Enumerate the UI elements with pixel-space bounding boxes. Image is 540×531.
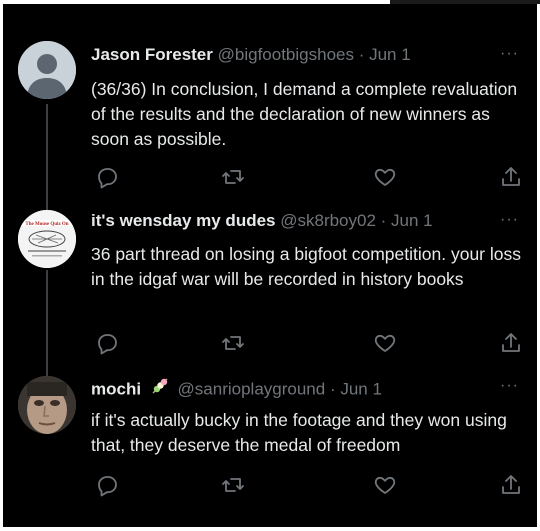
- tweet-thread: Jason Forester @bigfootbigshoes · Jun 1 …: [3, 4, 537, 527]
- like-button[interactable]: [373, 473, 397, 497]
- share-icon: [502, 475, 520, 494]
- retweet-button[interactable]: [221, 473, 245, 497]
- display-name[interactable]: mochi: [91, 379, 141, 398]
- tweet-text: if it's actually bucky in the footage an…: [91, 410, 507, 455]
- share-button[interactable]: [499, 473, 523, 497]
- screenshot-frame: Jason Forester @bigfootbigshoes · Jun 1 …: [0, 0, 540, 531]
- dango-icon: [150, 376, 170, 402]
- user-photo-icon: [18, 376, 76, 434]
- tweet-actions: [91, 473, 527, 497]
- like-icon: [374, 476, 396, 494]
- retweet-icon: [222, 478, 244, 492]
- tweet-date[interactable]: Jun 1: [340, 379, 382, 398]
- reply-icon: [98, 476, 117, 497]
- handle[interactable]: @sanrioplayground: [178, 379, 326, 398]
- tweet[interactable]: mochi @sanrioplayground · Jun 1 ··· if i…: [3, 4, 537, 527]
- separator: ·: [325, 379, 341, 399]
- reply-button[interactable]: [95, 473, 119, 497]
- more-options-button[interactable]: ···: [500, 378, 519, 394]
- avatar[interactable]: [18, 376, 76, 434]
- tweet-header: mochi @sanrioplayground · Jun 1: [91, 376, 382, 398]
